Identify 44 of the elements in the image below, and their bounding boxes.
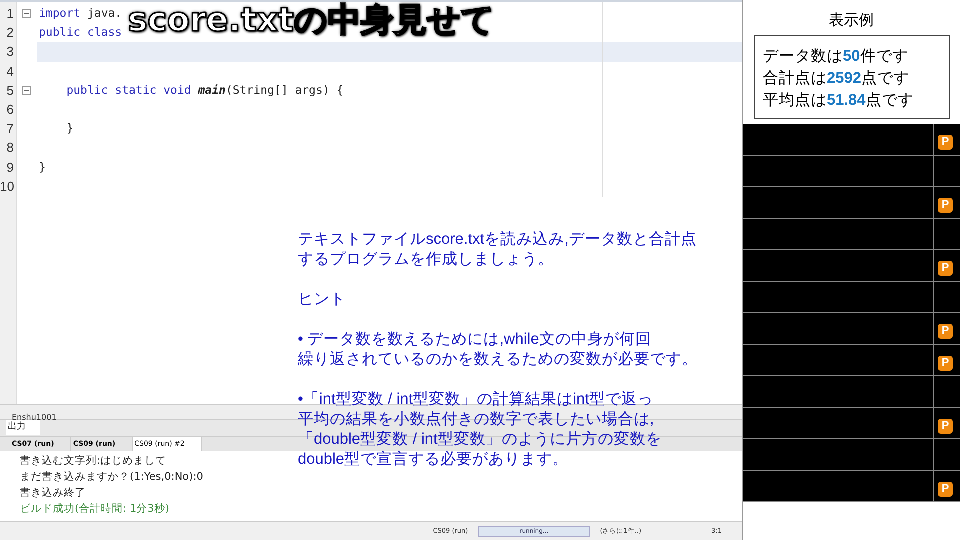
example-title: 表示例 bbox=[828, 11, 875, 27]
code-line: public class bbox=[39, 25, 122, 40]
output-line: まだ書き込みますか？(1:Yes,0:No):0 bbox=[20, 470, 204, 485]
collapse-icon[interactable] bbox=[22, 86, 31, 95]
exercise-line: double型で宣言する必要があります。 bbox=[298, 451, 569, 468]
premium-badge: P bbox=[938, 261, 953, 276]
example-line: 合計点は2592点です bbox=[763, 69, 910, 89]
exercise-line: 「double型変数 / int型変数」のように片方の変数を bbox=[298, 431, 662, 448]
code-line: public static void main(String[] args) { bbox=[66, 82, 344, 97]
code-line: import java. bbox=[39, 6, 122, 20]
example-line: 平均点は51.84点です bbox=[763, 91, 915, 111]
exercise-line: • データ数を数えるためには,while文の中身が何回 bbox=[298, 331, 652, 348]
exercise-line: 繰り返されているのかを数えるための変数が必要です。 bbox=[298, 351, 698, 368]
line-number: 6 bbox=[6, 100, 15, 119]
premium-badge: P bbox=[938, 356, 953, 370]
exercise-line: 平均の結果を小数点付きの数字で表したい場合は, bbox=[298, 411, 654, 428]
premium-badge: P bbox=[938, 135, 953, 150]
exercise-line: するプログラムを作成しましょう。 bbox=[298, 251, 554, 268]
line-number: 1 bbox=[6, 5, 15, 23]
line-number: 8 bbox=[6, 139, 15, 158]
exercise-line: テキストファイルscore.txtを読み込み,データ数と合計点 bbox=[298, 231, 697, 248]
caption-overlay: score.txtの中身見せて bbox=[128, 0, 495, 41]
premium-badge: P bbox=[938, 482, 953, 496]
code-line: } bbox=[66, 121, 74, 136]
line-number: 4 bbox=[6, 62, 15, 81]
exercise-line: •「int型変数 / int型変数」の計算結果はint型で返っ bbox=[298, 391, 654, 408]
premium-badge: P bbox=[938, 198, 953, 213]
line-number: 5 bbox=[6, 82, 15, 100]
output-line: 書き込む文字列:はじめまして bbox=[20, 454, 167, 469]
premium-badge: P bbox=[938, 418, 953, 434]
example-line: データ数は50件です bbox=[763, 47, 910, 67]
breadcrumb-item[interactable]: Enshu1001 bbox=[12, 413, 57, 422]
output-line: ビルド成功(合計時間: 1分3秒) bbox=[20, 502, 170, 517]
output-line: 書き込み終了 bbox=[20, 486, 86, 501]
premium-badge: P bbox=[938, 324, 953, 339]
code-line: } bbox=[39, 160, 46, 174]
line-number: 10 bbox=[0, 178, 16, 196]
line-number: 9 bbox=[6, 158, 15, 176]
panel-tab[interactable]: 出力 bbox=[6, 420, 40, 435]
exercise-line: ヒント bbox=[298, 291, 346, 308]
collapse-icon[interactable] bbox=[22, 9, 31, 18]
line-number: 2 bbox=[6, 24, 15, 42]
line-number: 7 bbox=[6, 120, 15, 138]
line-number: 3 bbox=[6, 43, 15, 62]
